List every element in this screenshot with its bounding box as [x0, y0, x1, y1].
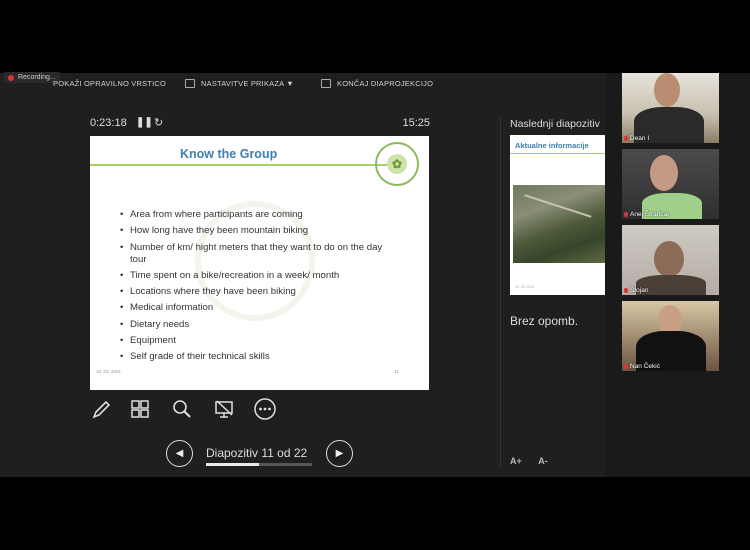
display-settings-icon — [185, 79, 195, 88]
slide-number: 11 — [394, 369, 399, 374]
panel-divider[interactable] — [500, 117, 501, 467]
participant-name: Dean I — [624, 135, 649, 142]
slide-bullet: How long have they been mountain biking — [120, 225, 400, 237]
slide-bullet: Locations where they have been biking — [120, 286, 400, 298]
more-options-icon[interactable] — [253, 397, 277, 421]
elapsed-timer: 0:23:18 — [90, 117, 127, 129]
previous-slide-button[interactable]: ◀ — [166, 440, 193, 467]
slide-progress-bar — [206, 463, 312, 466]
zoom-icon[interactable] — [170, 397, 194, 421]
increase-font-button[interactable]: A+ — [510, 456, 522, 466]
next-slide-title-rule — [510, 153, 605, 154]
timer-row: 0:23:18 ❚❚ ↻ 15:25 — [90, 117, 430, 131]
clock: 15:25 — [402, 117, 430, 129]
slide-bullet: Medical information — [120, 302, 400, 314]
presenter-tools — [90, 397, 290, 423]
slide-bullet-list: Area from where participants are coming … — [120, 209, 400, 368]
participant-face — [650, 155, 678, 191]
recording-indicator: Recording... — [4, 72, 60, 83]
slide-bullet: Equipment — [120, 335, 400, 347]
triangle-right-icon: ▶ — [335, 448, 344, 459]
end-show-button[interactable]: KONČAJ DIAPROJEKCIJO — [321, 79, 433, 88]
mic-muted-icon — [624, 136, 628, 141]
triangle-left-icon: ◀ — [175, 448, 184, 459]
participant-name: Nan Čekić — [624, 363, 660, 370]
display-settings-label: NASTAVITVE PRIKAZA ▼ — [201, 79, 294, 88]
slide-bullet: Area from where participants are coming — [120, 209, 400, 221]
next-slide-title: Aktualne informacije — [515, 141, 589, 150]
screen-off-icon[interactable] — [212, 397, 236, 421]
mic-muted-icon — [624, 288, 628, 293]
fallen-tree — [524, 194, 592, 218]
mic-muted-icon — [624, 212, 628, 217]
end-show-icon — [321, 79, 331, 88]
slide-bullet: Time spent on a bike/recreation in a wee… — [120, 270, 400, 282]
end-show-label: KONČAJ DIAPROJEKCIJO — [337, 79, 434, 88]
participant-face — [654, 241, 684, 277]
slide-counter: Diapozitiv 11 od 22 — [206, 446, 308, 460]
participant-tile[interactable]: Dean I — [622, 73, 719, 143]
recording-label: Recording... — [18, 74, 56, 81]
slide-bullet: Self grade of their technical skills — [120, 351, 400, 363]
current-slide[interactable]: Know the Group ✿ Area from where partici… — [90, 136, 429, 390]
pause-icon[interactable]: ❚❚ — [136, 117, 153, 128]
participant-tile[interactable]: Nan Čekić — [622, 301, 719, 371]
notes-font-controls: A+ A- — [510, 456, 562, 466]
show-taskbar-button[interactable]: POKAŽI OPRAVILNO VRSTICO — [53, 79, 166, 88]
slide-bullet: Number of km/ hight meters that they wan… — [120, 242, 400, 266]
participant-name: Anej Štrancar — [624, 211, 669, 218]
trainer-guide-logo-icon: ✿ — [375, 142, 419, 186]
reset-icon[interactable]: ↻ — [154, 116, 163, 129]
participant-tile[interactable]: Stojan — [622, 225, 719, 295]
participant-face — [654, 73, 680, 107]
presenter-view: Recording... POKAŽI OPRAVILNO VRSTICO NA… — [0, 72, 750, 477]
show-taskbar-label: POKAŽI OPRAVILNO VRSTICO — [53, 79, 167, 88]
speaker-notes[interactable]: Brez opomb. — [510, 314, 578, 328]
forest-photo — [513, 185, 605, 263]
slide-date: 18. 03. 2021 — [96, 369, 122, 374]
display-settings-button[interactable]: NASTAVITVE PRIKAZA ▼ — [185, 79, 294, 88]
mic-muted-icon — [624, 364, 628, 369]
presenter-toolbar: Recording... POKAŽI OPRAVILNO VRSTICO NA… — [0, 72, 605, 95]
decrease-font-button[interactable]: A- — [538, 456, 548, 466]
slide-title-rule — [90, 164, 390, 166]
participant-tile[interactable]: Anej Štrancar — [622, 149, 719, 219]
next-slide-preview[interactable]: Aktualne informacije 18. 03. 2021 — [510, 135, 605, 295]
slide-title: Know the Group — [180, 147, 278, 161]
recording-dot-icon — [8, 74, 14, 81]
participant-name: Stojan — [624, 287, 648, 294]
next-slide-button[interactable]: ▶ — [326, 440, 353, 467]
next-slide-date: 18. 03. 2021 — [515, 285, 535, 289]
participant-video-panel: Dean I Anej Štrancar Stojan Nan Čekić — [605, 73, 750, 477]
pen-icon[interactable] — [90, 397, 114, 421]
logo-emblem: ✿ — [387, 154, 407, 174]
slide-progress-fill — [206, 463, 259, 466]
slide-navigation: ◀ Diapozitiv 11 od 22 ▶ — [166, 439, 356, 471]
slides-grid-icon[interactable] — [128, 397, 152, 421]
slide-bullet: Dietary needs — [120, 319, 400, 331]
next-slide-label: Naslednji diapozitiv — [510, 118, 600, 130]
